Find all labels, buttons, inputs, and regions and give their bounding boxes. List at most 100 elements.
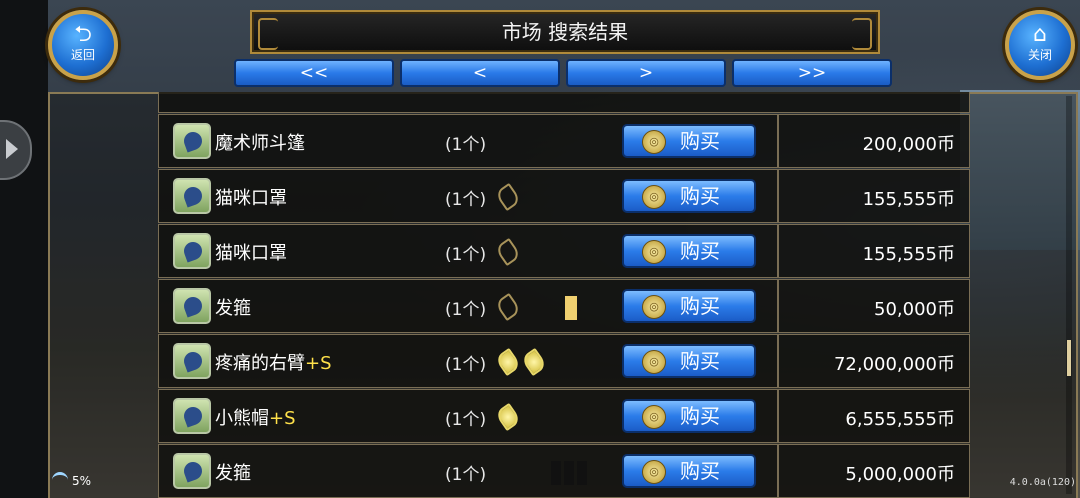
- coin-icon: ◎: [642, 295, 666, 319]
- prev-page-button[interactable]: <: [400, 59, 560, 87]
- item-row[interactable]: 疼痛的右臂+S (1个) ◎ 购买 72,000,000币: [158, 334, 970, 388]
- buy-button[interactable]: ◎ 购买: [622, 124, 756, 158]
- partial-row: [158, 92, 970, 113]
- buy-button-label: 购买: [680, 239, 720, 263]
- item-icon: [173, 178, 211, 214]
- results-list: 魔术师斗篷 (1个) ◎ 购买 200,000币 猫咪口罩 (1个) ◎ 购买 155,555币猫…: [158, 92, 970, 498]
- item-price: 50,000币: [874, 299, 955, 320]
- item-quantity: (1个): [445, 355, 487, 375]
- item-price: 72,000,000币: [833, 354, 955, 375]
- item-row[interactable]: 魔术师斗篷 (1个) ◎ 购买 200,000币: [158, 114, 970, 168]
- item-price: 155,555币: [862, 189, 955, 210]
- banner-ornament-left: [258, 18, 278, 50]
- item-row[interactable]: 发箍 (1个) ◎ 购买 50,000币: [158, 279, 970, 333]
- item-marker: [577, 461, 587, 485]
- item-name: 发箍: [215, 294, 251, 320]
- scrollbar-track[interactable]: [1066, 96, 1072, 494]
- close-button-label: 关闭: [1027, 48, 1052, 62]
- item-marker: [565, 296, 577, 320]
- item-icon: [173, 123, 211, 159]
- coin-icon: ◎: [642, 130, 666, 154]
- item-name: 猫咪口罩: [215, 184, 287, 210]
- column-divider: [777, 390, 779, 442]
- card-slot-icon: [494, 182, 522, 212]
- item-name: 猫咪口罩: [215, 239, 287, 265]
- item-price: 155,555币: [862, 244, 955, 265]
- coin-icon: ◎: [642, 185, 666, 209]
- item-name: 疼痛的右臂+S: [215, 349, 332, 375]
- item-name: 小熊帽+S: [215, 404, 296, 430]
- buy-button-label: 购买: [680, 184, 720, 208]
- page-title: 市场 搜索结果: [501, 20, 629, 44]
- card-slot-icon: [494, 347, 522, 377]
- item-quantity: (1个): [445, 465, 487, 485]
- item-name-text: 魔术师斗篷: [215, 133, 305, 154]
- item-row[interactable]: 猫咪口罩 (1个) ◎ 购买 155,555币: [158, 169, 970, 223]
- coin-icon: ◎: [642, 405, 666, 429]
- left-border: [0, 0, 48, 498]
- coin-icon: ◎: [642, 460, 666, 484]
- item-name-text: 发箍: [215, 298, 251, 319]
- buy-button[interactable]: ◎ 购买: [622, 454, 756, 488]
- item-quantity: (1个): [445, 245, 487, 265]
- item-quantity: (1个): [445, 190, 487, 210]
- column-divider: [777, 225, 779, 277]
- buy-button[interactable]: ◎ 购买: [622, 344, 756, 378]
- item-icon: [173, 288, 211, 324]
- buy-button-label: 购买: [680, 129, 720, 153]
- item-row[interactable]: 猫咪口罩 (1个) ◎ 购买 155,555币: [158, 224, 970, 278]
- item-name-text: 猫咪口罩: [215, 188, 287, 209]
- item-suffix: +S: [305, 353, 332, 374]
- buy-button[interactable]: ◎ 购买: [622, 234, 756, 268]
- column-divider: [777, 445, 779, 497]
- item-row[interactable]: 小熊帽+S (1个) ◎ 购买 6,555,555币: [158, 389, 970, 443]
- item-name-text: 猫咪口罩: [215, 243, 287, 264]
- column-divider: [777, 335, 779, 387]
- item-marker: [564, 461, 574, 485]
- last-page-button[interactable]: >>: [732, 59, 892, 87]
- item-price: 200,000币: [862, 134, 955, 155]
- item-quantity: (1个): [445, 410, 487, 430]
- home-icon: ⌂: [1033, 22, 1047, 47]
- item-suffix: +S: [269, 408, 296, 429]
- battery-status: 5%: [52, 472, 91, 488]
- card-slot-icon: [520, 347, 548, 377]
- buy-button[interactable]: ◎ 购买: [622, 289, 756, 323]
- scrollbar-thumb[interactable]: [1067, 340, 1071, 376]
- buy-button-label: 购买: [680, 459, 720, 483]
- wifi-icon: [52, 472, 68, 485]
- first-page-button[interactable]: <<: [234, 59, 394, 87]
- version-label: 4.0.0a(120): [1009, 477, 1076, 488]
- buy-button[interactable]: ◎ 购买: [622, 179, 756, 213]
- item-price: 5,000,000币: [845, 464, 955, 485]
- item-row[interactable]: 发箍 (1个) ◎ 购买 5,000,000币: [158, 444, 970, 498]
- battery-percent: 5%: [72, 474, 92, 488]
- column-divider: [777, 280, 779, 332]
- header-banner: 市场 搜索结果: [250, 10, 880, 54]
- buy-button[interactable]: ◎ 购买: [622, 399, 756, 433]
- play-arrow-icon: [6, 139, 18, 159]
- item-name-text: 小熊帽: [215, 408, 269, 429]
- card-slot-icon: [494, 292, 522, 322]
- item-name: 发箍: [215, 459, 251, 485]
- card-slot-icon: [494, 237, 522, 267]
- next-page-button[interactable]: >: [566, 59, 726, 87]
- buy-button-label: 购买: [680, 294, 720, 318]
- coin-icon: ◎: [642, 350, 666, 374]
- buy-button-label: 购买: [680, 404, 720, 428]
- item-quantity: (1个): [445, 300, 487, 320]
- column-divider: [777, 115, 779, 167]
- close-button[interactable]: ⌂ 关闭: [1005, 10, 1075, 80]
- item-name: 魔术师斗篷: [215, 129, 305, 155]
- item-icon: [173, 398, 211, 434]
- buy-button-label: 购买: [680, 349, 720, 373]
- back-button[interactable]: ⮌ 返回: [48, 10, 118, 80]
- back-button-label: 返回: [70, 48, 95, 62]
- item-name-text: 发箍: [215, 463, 251, 484]
- back-arrow-icon: ⮌: [74, 22, 92, 47]
- column-divider: [777, 170, 779, 222]
- item-icon: [173, 233, 211, 269]
- item-quantity: (1个): [445, 135, 487, 155]
- item-icon: [173, 453, 211, 489]
- coin-icon: ◎: [642, 240, 666, 264]
